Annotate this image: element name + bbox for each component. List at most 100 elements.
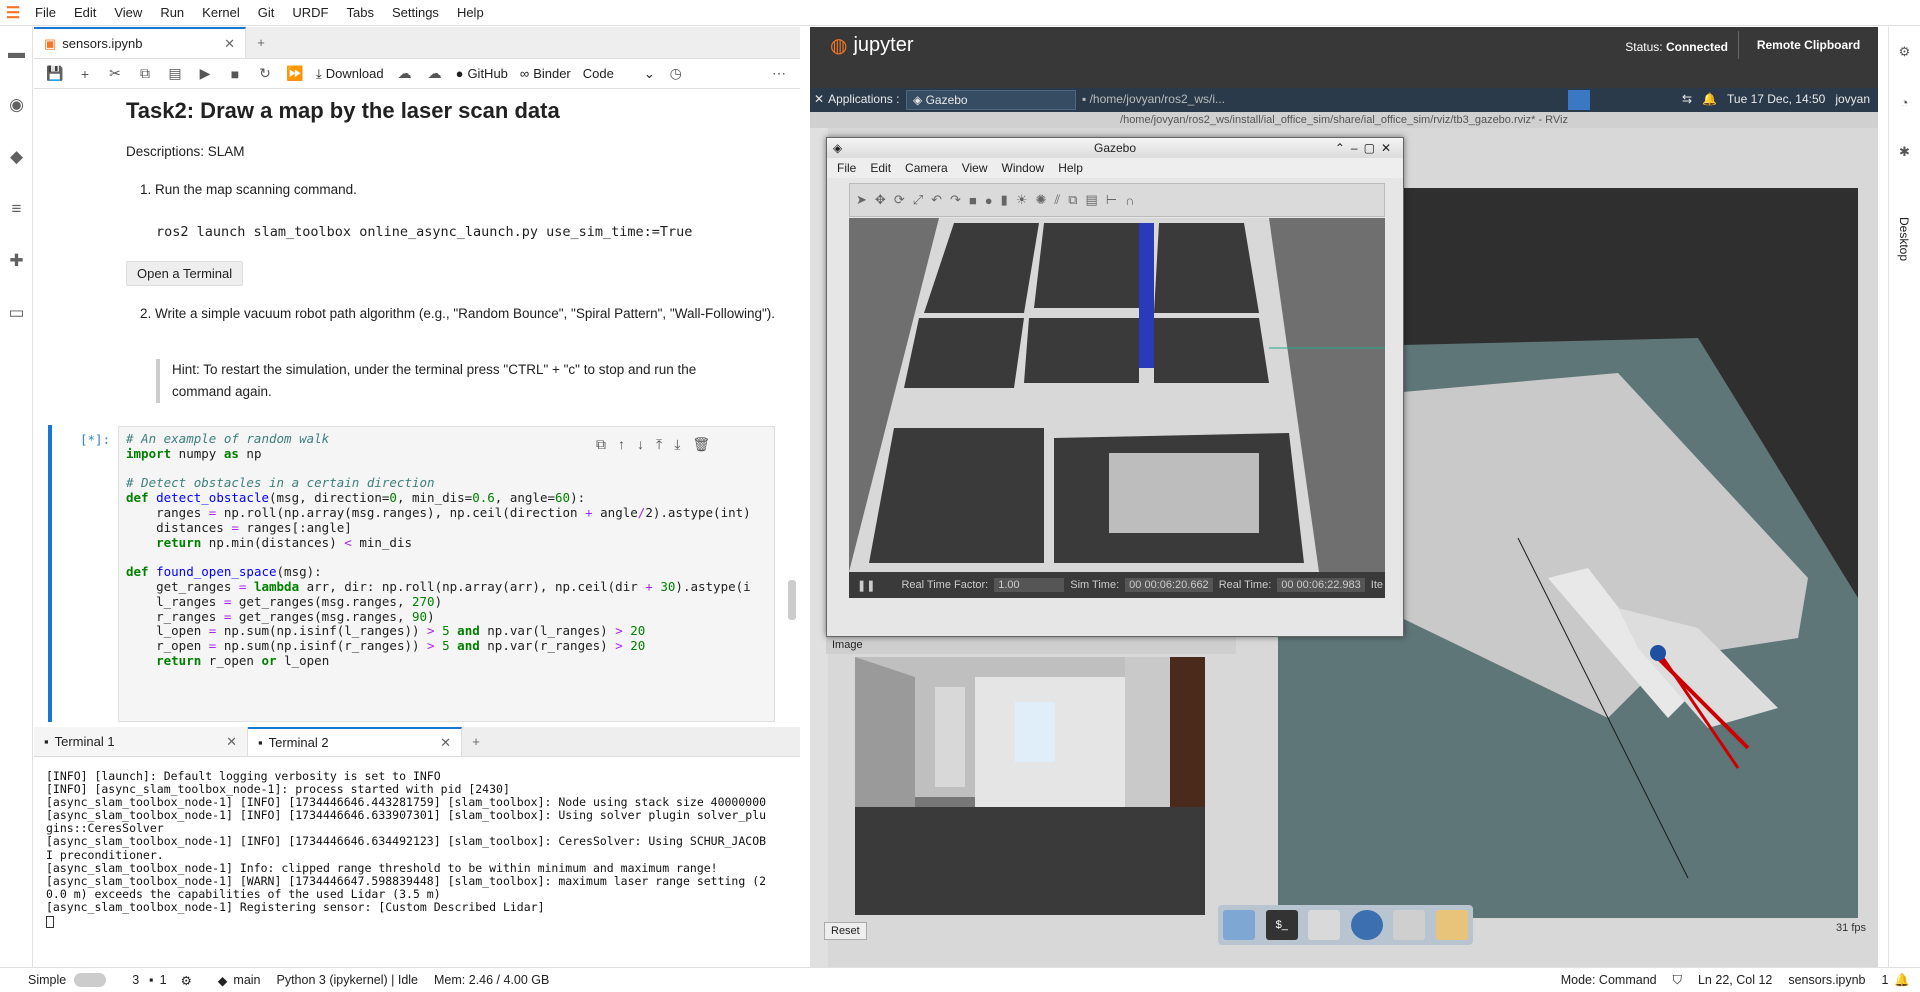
gazebo-menu-edit[interactable]: Edit <box>870 158 891 178</box>
gazebo-menu-view[interactable]: View <box>962 158 988 178</box>
toc-icon[interactable]: ≡ <box>0 183 33 235</box>
bell-icon[interactable]: 🔔 <box>1702 92 1717 106</box>
bug-icon[interactable]: ✱ <box>1889 127 1920 177</box>
gauge-icon[interactable]: ◔ <box>1889 77 1920 127</box>
select-icon[interactable]: ➤ <box>856 192 867 208</box>
workspace-switcher[interactable] <box>1568 90 1590 110</box>
rotate-icon[interactable]: ⟳ <box>894 192 905 208</box>
menu-view[interactable]: View <box>105 0 151 26</box>
restart-icon[interactable]: ↻ <box>252 62 278 86</box>
folder-icon[interactable]: ▬ <box>0 27 33 79</box>
binder-button[interactable]: ∞ Binder <box>516 62 575 86</box>
applications-menu[interactable]: Applications : <box>828 92 899 106</box>
snap-icon[interactable]: ∩ <box>1125 193 1134 208</box>
cursor-position[interactable]: Ln 22, Col 12 <box>1698 973 1772 987</box>
notification-count[interactable]: 1 <box>1881 973 1888 987</box>
kernel-status[interactable]: Python 3 (ipykernel) | Idle <box>277 973 419 987</box>
new-terminal-button[interactable]: + <box>462 727 490 756</box>
extension-icon[interactable]: ✚ <box>0 235 33 287</box>
translate-icon[interactable]: ✥ <box>875 192 886 208</box>
web-browser-icon[interactable] <box>1350 910 1383 940</box>
remote-clipboard-button[interactable]: Remote Clipboard <box>1738 31 1878 59</box>
sun-icon[interactable]: ☀ <box>1016 192 1028 208</box>
copy-icon[interactable]: ⧉ <box>132 62 158 86</box>
desktop-icon[interactable] <box>1223 910 1256 940</box>
tab-terminal-1[interactable]: ▪ Terminal 1 ✕ <box>34 727 248 756</box>
reset-button[interactable]: Reset <box>824 922 867 940</box>
gazebo-menu-camera[interactable]: Camera <box>905 158 948 178</box>
save-icon[interactable]: 💾 <box>42 62 68 86</box>
desktop-tab[interactable]: Desktop <box>1897 217 1911 261</box>
menu-urdf[interactable]: URDF <box>283 0 337 26</box>
copy-icon[interactable]: ⧉ <box>1068 192 1077 208</box>
taskbar-gazebo[interactable]: ◈ Gazebo <box>906 90 1076 110</box>
menu-run[interactable]: Run <box>151 0 193 26</box>
menu-kernel[interactable]: Kernel <box>193 0 249 26</box>
menu-help[interactable]: Help <box>448 0 493 26</box>
paste-icon[interactable]: ▤ <box>1085 192 1097 208</box>
tab-notebook[interactable]: ▣ sensors.ipynb ✕ <box>34 27 246 58</box>
terminal-output[interactable]: [INFO] [launch]: Default logging verbosi… <box>46 769 780 929</box>
align-icon[interactable]: ⊢ <box>1106 192 1117 208</box>
add-cell-icon[interactable]: + <box>72 62 98 86</box>
notebook-toolbar: 💾 + ✂ ⧉ ▤ ▶ ■ ↻ ⏩ ⤓ Download ☁ ☁ ● GitHub … <box>34 59 800 89</box>
simple-toggle[interactable] <box>74 973 107 987</box>
pause-icon[interactable]: ❚❚ <box>857 579 875 592</box>
close-icon[interactable]: ✕ <box>440 735 451 751</box>
search-icon[interactable] <box>1393 910 1426 940</box>
clock-icon[interactable]: ◷ <box>663 62 689 86</box>
run-icon[interactable]: ▶ <box>192 62 218 86</box>
folder-icon[interactable] <box>1435 910 1468 940</box>
stop-icon[interactable]: ■ <box>222 62 248 86</box>
scale-icon[interactable]: ⤢ <box>913 192 923 208</box>
tab-terminal-2[interactable]: ▪ Terminal 2 ✕ <box>248 727 462 756</box>
run-all-icon[interactable]: ⏩ <box>282 62 308 86</box>
cloud-download-icon[interactable]: ☁ <box>392 62 418 86</box>
box-icon[interactable]: ■ <box>969 193 977 208</box>
running-icon[interactable]: ◉ <box>0 79 33 131</box>
gazebo-menu-help[interactable]: Help <box>1058 158 1083 178</box>
notebook-scrollbar[interactable] <box>788 580 796 620</box>
gazebo-3d-scene[interactable] <box>849 218 1385 572</box>
terminal-icon[interactable]: $_ <box>1265 910 1298 940</box>
open-terminal-button[interactable]: Open a Terminal <box>126 261 244 286</box>
close-icon[interactable]: ✕ <box>226 734 237 750</box>
chat-icon[interactable]: ▭ <box>0 287 33 339</box>
redo-icon[interactable]: ↷ <box>950 192 961 208</box>
terminal-count[interactable]: 1 <box>160 973 167 987</box>
jupyter-logo-icon[interactable]: ☰ <box>0 0 26 26</box>
shield-icon: ⛉ <box>1672 972 1682 987</box>
home-folder-icon[interactable] <box>1308 910 1341 940</box>
menu-git[interactable]: Git <box>249 0 284 26</box>
git-icon[interactable]: ◆ <box>0 131 33 183</box>
dirlight-icon[interactable]: ⫽ <box>1054 192 1060 208</box>
sphere-icon[interactable]: ● <box>985 193 993 208</box>
taskbar-rviz[interactable]: ▪ /home/jovyan/ros2_ws/i... <box>1082 92 1225 106</box>
bell-icon[interactable]: 🔔 <box>1894 973 1910 988</box>
cut-icon[interactable]: ✂ <box>102 62 128 86</box>
menu-edit[interactable]: Edit <box>65 0 105 26</box>
cell-type-select[interactable]: Code ⌄ <box>579 62 659 86</box>
user-name[interactable]: jovyan <box>1835 92 1870 106</box>
gazebo-menu-window[interactable]: Window <box>1002 158 1045 178</box>
paste-icon[interactable]: ▤ <box>162 62 188 86</box>
download-button[interactable]: ⤓ Download <box>312 62 388 86</box>
gazebo-menu-file[interactable]: File <box>837 158 856 178</box>
more-icon[interactable]: ⋯ <box>766 62 792 86</box>
gazebo-icon: ◈ <box>833 141 843 155</box>
close-icon[interactable]: ✕ <box>224 36 235 52</box>
undo-icon[interactable]: ↶ <box>931 192 942 208</box>
menu-file[interactable]: File <box>26 0 65 26</box>
git-branch[interactable]: main <box>233 973 260 987</box>
gazebo-icon: ◈ <box>913 93 926 107</box>
window-controls[interactable]: ⌃–▢✕ <box>1335 138 1397 158</box>
new-tab-button[interactable]: + <box>246 27 276 58</box>
spotlight-icon[interactable]: ✺ <box>1035 192 1046 208</box>
cloud-upload-icon[interactable]: ☁ <box>422 62 448 86</box>
gear-icon[interactable]: ⚙ <box>1889 27 1920 77</box>
menu-tabs[interactable]: Tabs <box>337 0 382 26</box>
menu-settings[interactable]: Settings <box>383 0 448 26</box>
github-button[interactable]: ● GitHub <box>452 62 512 86</box>
cylinder-icon[interactable]: ▮ <box>1001 192 1008 208</box>
kernel-count[interactable]: 3 <box>132 973 139 987</box>
